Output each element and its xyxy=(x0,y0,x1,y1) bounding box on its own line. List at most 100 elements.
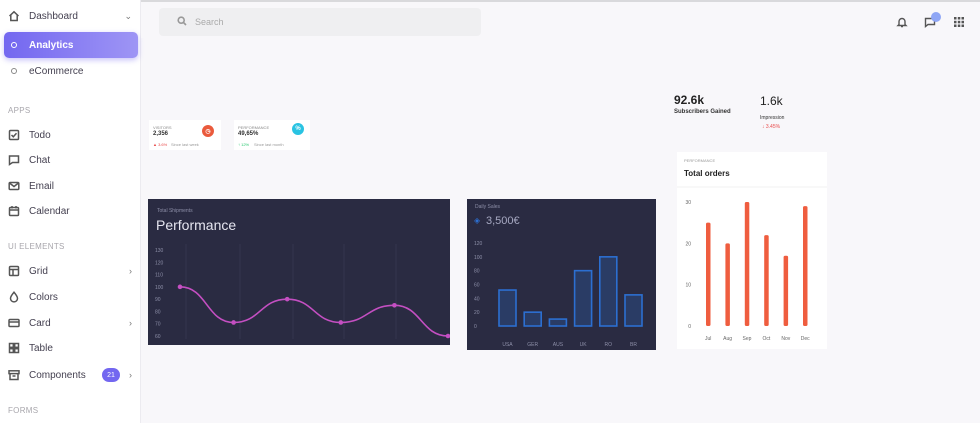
y-tick-label: 80 xyxy=(155,309,161,315)
sidebar-item-todo[interactable]: Todo xyxy=(4,122,138,148)
data-point xyxy=(177,284,183,290)
chat-icon xyxy=(8,154,20,166)
y-tick-label: 20 xyxy=(474,310,480,316)
y-tick-label: 60 xyxy=(155,334,161,340)
y-tick-label: 100 xyxy=(474,255,483,261)
section-forms: FORMS xyxy=(8,406,39,415)
chart-subtitle: PERFORMANCE xyxy=(684,158,715,163)
visitors-icon: ◷ xyxy=(202,125,214,137)
chart-subtitle: Total Shipments xyxy=(157,208,193,214)
bell-icon[interactable] xyxy=(896,15,908,28)
bar xyxy=(764,235,769,326)
credit-card-icon xyxy=(8,317,20,329)
y-tick-label: 130 xyxy=(155,248,164,254)
x-tick-label: UK xyxy=(580,342,588,348)
sidebar-item-calendar[interactable]: Calendar xyxy=(4,198,138,224)
chart-title: Total orders xyxy=(684,169,730,178)
performance-value: 49,65% xyxy=(238,131,259,137)
visitors-label: visitors xyxy=(153,125,172,130)
performance-chart-card: Total Shipments Performance 130 120 110 100… xyxy=(148,199,451,345)
chevron-down-icon: ⌄ xyxy=(124,10,132,21)
bar xyxy=(624,294,643,327)
sidebar-item-colors[interactable]: Colors xyxy=(4,284,138,310)
data-point xyxy=(392,302,397,308)
sidebar-item-label: eCommerce xyxy=(29,65,84,77)
daily-sales-chart: Daily Sales ◈ 3,500€ 120 100 80 60 40 20 0 USA… xyxy=(474,204,643,348)
sidebar-item-components[interactable]: Components 21 › xyxy=(4,362,138,388)
performance-card: performance 49,65% ↑ 12% Since last mont… xyxy=(234,120,310,150)
search-input[interactable]: Search xyxy=(195,17,224,27)
sidebar-item-grid[interactable]: Grid › xyxy=(4,258,138,284)
section-ui-elements: UI ELEMENTS xyxy=(8,242,65,251)
performance-period: Since last month xyxy=(254,142,284,147)
x-tick-label: AUS xyxy=(553,342,564,348)
droplet-icon xyxy=(8,291,20,303)
sidebar-item-card[interactable]: Card › xyxy=(4,310,138,336)
chart-subtitle: Daily Sales xyxy=(475,204,501,210)
sidebar-item-label: Analytics xyxy=(29,39,74,51)
sidebar-item-label: Colors xyxy=(29,291,58,303)
sidebar-item-table[interactable]: Table xyxy=(4,335,138,361)
tag-icon: ◈ xyxy=(474,216,481,225)
performance-change: ↑ 12% xyxy=(238,142,250,147)
bar xyxy=(706,222,711,326)
search-icon xyxy=(177,16,187,28)
sidebar-item-dashboard[interactable]: Dashboard ⌄ xyxy=(4,3,138,29)
sidebar-item-ecommerce[interactable]: eCommerce xyxy=(4,58,138,84)
total-orders-card: PERFORMANCE Total orders 30 20 10 0 Jul Aug S… xyxy=(677,152,827,349)
components-count-badge: 21 xyxy=(102,368,120,382)
sidebar-item-label: Components xyxy=(29,369,86,381)
performance-chart: Total Shipments Performance 130 120 110 100… xyxy=(155,208,451,340)
sidebar-item-label: Grid xyxy=(29,265,48,277)
notification-dot xyxy=(931,12,941,22)
bar xyxy=(725,243,730,326)
visitors-change: ▲ 3.6% xyxy=(153,142,168,147)
sidebar-item-label: Email xyxy=(29,180,55,192)
performance-label: performance xyxy=(238,125,270,130)
sidebar-item-chat[interactable]: Chat xyxy=(4,147,138,173)
bar xyxy=(523,311,543,327)
x-tick-label: Nov xyxy=(781,336,790,342)
total-orders-chart: PERFORMANCE Total orders 30 20 10 0 Jul Aug S… xyxy=(677,158,827,342)
x-tick-label: Aug xyxy=(723,336,732,342)
chevron-right-icon: › xyxy=(129,370,132,380)
chevron-right-icon: › xyxy=(129,266,132,276)
x-tick-label: Dec xyxy=(801,336,810,342)
data-point xyxy=(445,333,451,339)
sidebar-item-analytics[interactable]: Analytics xyxy=(4,32,138,58)
sidebar-item-label: Calendar xyxy=(29,205,70,217)
y-tick-label: 30 xyxy=(685,200,691,206)
sidebar-item-email[interactable]: Email xyxy=(4,173,138,199)
x-tick-label: RO xyxy=(605,342,613,348)
sidebar-item-label: Todo xyxy=(29,129,51,141)
sidebar-item-label: Chat xyxy=(29,154,51,166)
table-grid-icon xyxy=(8,342,20,354)
topbar: Search xyxy=(141,0,980,38)
bar xyxy=(548,318,568,327)
apps-grid-icon[interactable] xyxy=(953,15,965,27)
sidebar-item-label: Table xyxy=(29,342,53,354)
x-tick-label: USA xyxy=(502,342,513,348)
data-point xyxy=(284,296,290,302)
x-tick-label: Oct xyxy=(763,336,771,342)
layout-icon xyxy=(8,265,20,277)
y-tick-label: 40 xyxy=(474,296,480,302)
bar xyxy=(803,206,808,326)
impression-value: 1.6k xyxy=(760,94,783,108)
circle-icon xyxy=(8,65,20,77)
impression-change: ↓ 3.45% xyxy=(762,124,781,130)
chevron-right-icon: › xyxy=(129,318,132,328)
y-tick-label: 70 xyxy=(155,322,161,328)
checkbox-icon xyxy=(8,129,20,141)
y-tick-label: 10 xyxy=(685,283,691,289)
percent-icon: % xyxy=(292,123,304,135)
mail-icon xyxy=(8,180,20,192)
impression-label: Impression xyxy=(760,115,785,121)
visitors-card: visitors 2,356 ▲ 3.6% Since last week ◷ xyxy=(149,120,221,150)
search-bar[interactable]: Search xyxy=(159,8,481,36)
y-tick-label: 20 xyxy=(685,241,691,247)
chart-title: Performance xyxy=(156,217,236,233)
sidebar-item-label: Dashboard xyxy=(29,10,78,22)
y-tick-label: 0 xyxy=(474,324,477,330)
performance-series-line xyxy=(179,286,449,337)
